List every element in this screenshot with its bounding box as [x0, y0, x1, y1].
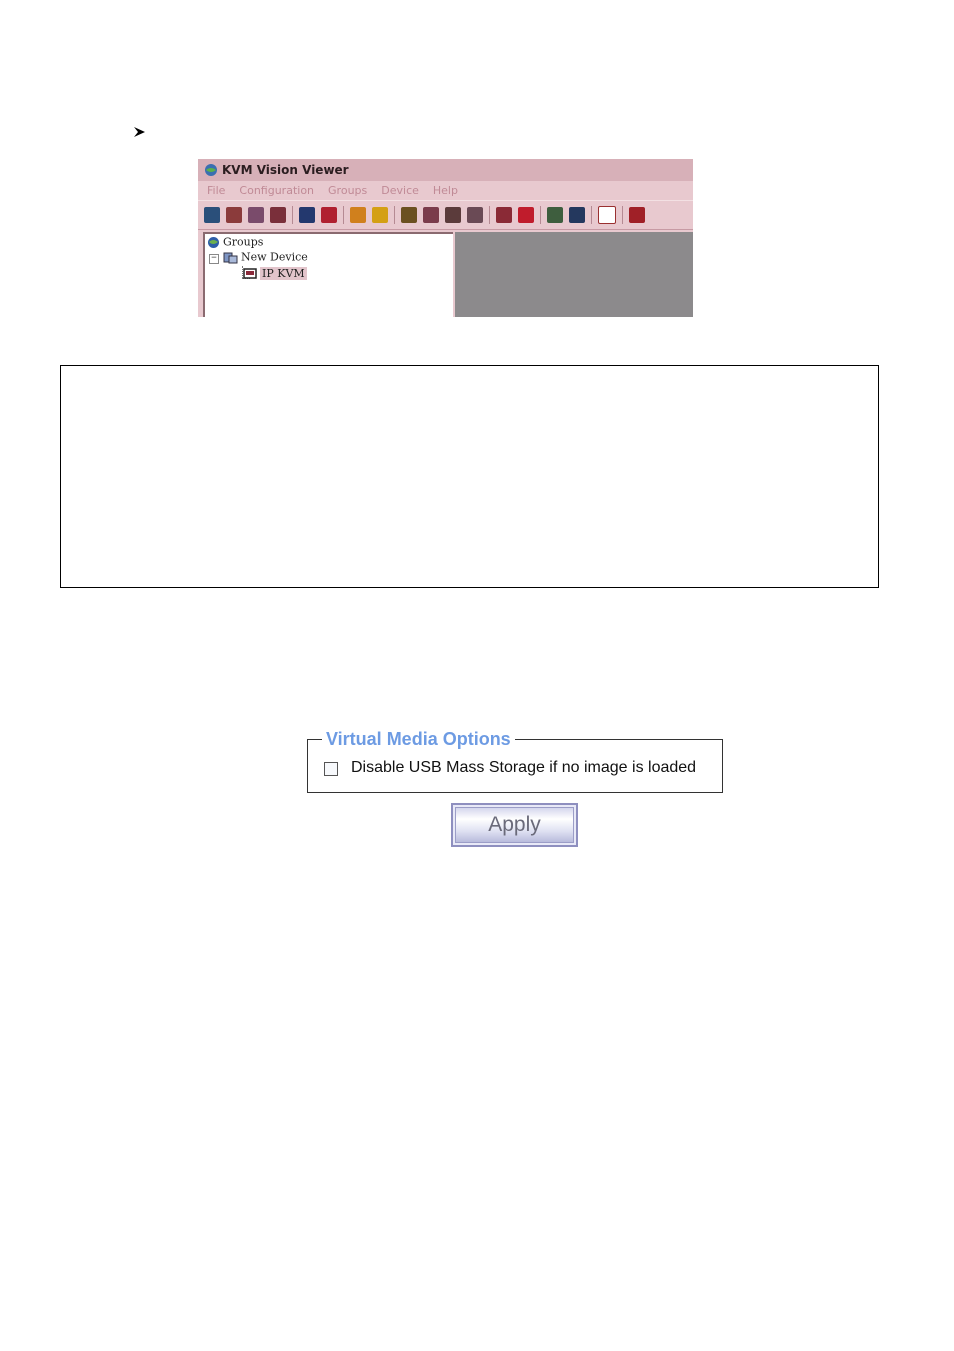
globe-icon: [208, 236, 219, 248]
disable-usb-storage-checkbox[interactable]: [324, 762, 338, 776]
grid-icon[interactable]: [445, 207, 461, 223]
menu-device[interactable]: Device: [381, 184, 419, 197]
toolbar-separator: [622, 206, 623, 224]
menu-help[interactable]: Help: [433, 184, 458, 197]
toolbar-separator: [540, 206, 541, 224]
toolbar-separator: [343, 206, 344, 224]
kvm-menu-bar: File Configuration Groups Device Help: [198, 181, 693, 199]
apply-button-label: Apply: [488, 813, 541, 836]
star-icon[interactable]: [423, 207, 439, 223]
connect-icon[interactable]: [204, 207, 220, 223]
tree-icon[interactable]: [598, 206, 616, 224]
monitor-icon[interactable]: [299, 207, 315, 223]
monitor-remove-icon[interactable]: [321, 207, 337, 223]
settings-icon[interactable]: [350, 207, 366, 223]
disconnect-icon[interactable]: [226, 207, 242, 223]
toolbar-separator: [489, 206, 490, 224]
apply-button[interactable]: Apply: [451, 803, 578, 847]
close-box-icon[interactable]: [518, 207, 534, 223]
exit-icon[interactable]: [629, 207, 645, 223]
kvm-window-title: KVM Vision Viewer: [222, 163, 349, 177]
search-icon[interactable]: [372, 207, 388, 223]
toolbar-separator: [292, 206, 293, 224]
cross-icon[interactable]: [467, 207, 483, 223]
tree-node-ip-kvm[interactable]: IP KVM: [243, 266, 307, 280]
empty-frame-box: [60, 365, 879, 588]
menu-configuration[interactable]: Configuration: [239, 184, 314, 197]
kvm-title-bar: KVM Vision Viewer: [198, 159, 693, 181]
device-folder-icon: [223, 252, 238, 263]
menu-file[interactable]: File: [207, 184, 225, 197]
link-icon[interactable]: [248, 207, 264, 223]
kvm-toolbar: [198, 200, 693, 230]
chart-icon[interactable]: [547, 207, 563, 223]
stop-icon[interactable]: [496, 207, 512, 223]
tree-node-groups[interactable]: Groups: [207, 235, 263, 249]
disable-usb-storage-label[interactable]: Disable USB Mass Storage if no image is …: [351, 759, 696, 777]
kvm-vision-viewer-window: KVM Vision Viewer File Configuration Gro…: [198, 159, 693, 317]
tree-collapse-toggle[interactable]: −: [209, 254, 219, 264]
kvm-view-pane: [455, 232, 693, 317]
lightning-icon[interactable]: [401, 207, 417, 223]
app-globe-icon: [205, 164, 217, 176]
device-tree: Groups − New Device IP KVM: [203, 232, 453, 317]
device-icon[interactable]: [569, 207, 585, 223]
toolbar-separator: [394, 206, 395, 224]
virtual-media-options-legend: Virtual Media Options: [322, 729, 515, 750]
tree-node-new-device[interactable]: New Device: [223, 250, 308, 264]
kvm-device-icon: [243, 267, 257, 279]
unlink-icon[interactable]: [270, 207, 286, 223]
menu-groups[interactable]: Groups: [328, 184, 367, 197]
toolbar-separator: [591, 206, 592, 224]
bullet-arrow-icon: [134, 127, 145, 137]
